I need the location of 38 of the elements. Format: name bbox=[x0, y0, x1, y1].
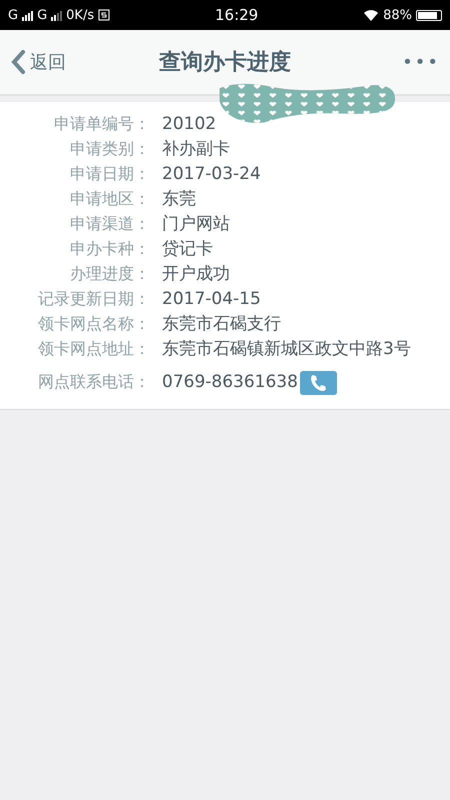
phone-number: 0769-86361638 bbox=[162, 372, 298, 393]
field-label: 申请单编号： bbox=[53, 114, 151, 135]
field-label: 申请日期： bbox=[69, 164, 151, 185]
field-value: 补办副卡 bbox=[162, 139, 230, 160]
field-label: 记录更新日期： bbox=[37, 289, 151, 310]
field-value: 2017-04-15 bbox=[162, 289, 261, 310]
field-label: 办理进度： bbox=[69, 264, 151, 285]
sim-icon bbox=[98, 9, 110, 21]
field-label: 申办卡种： bbox=[69, 239, 151, 260]
call-button[interactable] bbox=[300, 370, 337, 394]
chevron-left-icon bbox=[10, 49, 26, 75]
field-value: 东莞市石碣镇新城区政文中路3号 bbox=[162, 339, 411, 360]
field-value: 门户网站 bbox=[162, 214, 230, 235]
page-title: 查询办卡进度 bbox=[158, 48, 292, 77]
phone-icon bbox=[310, 374, 326, 392]
clock: 16:29 bbox=[214, 6, 258, 24]
battery-percent: 88% bbox=[383, 8, 412, 22]
wifi-icon bbox=[363, 9, 380, 21]
back-button[interactable]: 返回 bbox=[10, 49, 120, 75]
network-type: G bbox=[37, 8, 48, 22]
field-value: 贷记卡 bbox=[162, 239, 213, 260]
field-label: 申请类别： bbox=[69, 139, 151, 160]
network-type: G bbox=[8, 8, 18, 22]
battery-icon bbox=[416, 10, 442, 20]
field-label: 申请地区： bbox=[69, 189, 151, 210]
field-label: 领卡网点名称： bbox=[37, 314, 151, 335]
field-value: 东莞市石碣支行 bbox=[162, 314, 281, 335]
network-speed: 0K/s bbox=[66, 8, 94, 22]
more-button[interactable]: ••• bbox=[330, 52, 440, 72]
field-label: 申请渠道： bbox=[69, 214, 151, 235]
signal-icon bbox=[22, 10, 34, 20]
field-label: 网点联系电话： bbox=[37, 372, 151, 393]
signal-icon bbox=[51, 10, 62, 20]
field-value: 东莞 bbox=[162, 189, 196, 210]
field-value: 开户成功 bbox=[162, 264, 230, 285]
field-value: 20102 bbox=[162, 114, 216, 135]
field-label: 领卡网点地址： bbox=[37, 339, 151, 360]
field-value: 2017-03-24 bbox=[162, 164, 261, 185]
